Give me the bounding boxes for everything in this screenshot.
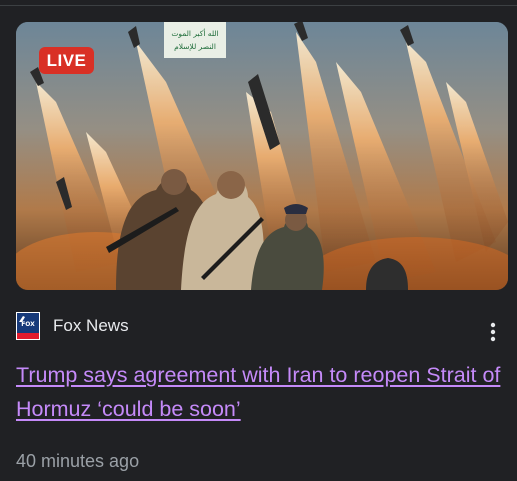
live-badge: LIVE <box>39 47 94 74</box>
more-vert-icon <box>490 322 496 342</box>
source-row[interactable]: FOX Fox News <box>16 311 129 341</box>
article-headline-link[interactable]: Trump says agreement with Iran to reopen… <box>16 358 506 426</box>
source-name: Fox News <box>53 316 129 335</box>
divider <box>0 5 517 6</box>
more-options-button[interactable] <box>482 319 504 345</box>
banner-text-2: النصر للإسلام <box>174 42 216 51</box>
publish-time: 40 minutes ago <box>16 451 140 471</box>
fox-news-logo-icon: FOX <box>16 312 40 340</box>
svg-text:FOX: FOX <box>21 321 35 328</box>
news-card: الله أكبر الموت النصر للإسلام LIVE FOX F… <box>0 0 517 481</box>
banner-text-1: الله أكبر الموت <box>171 28 218 38</box>
